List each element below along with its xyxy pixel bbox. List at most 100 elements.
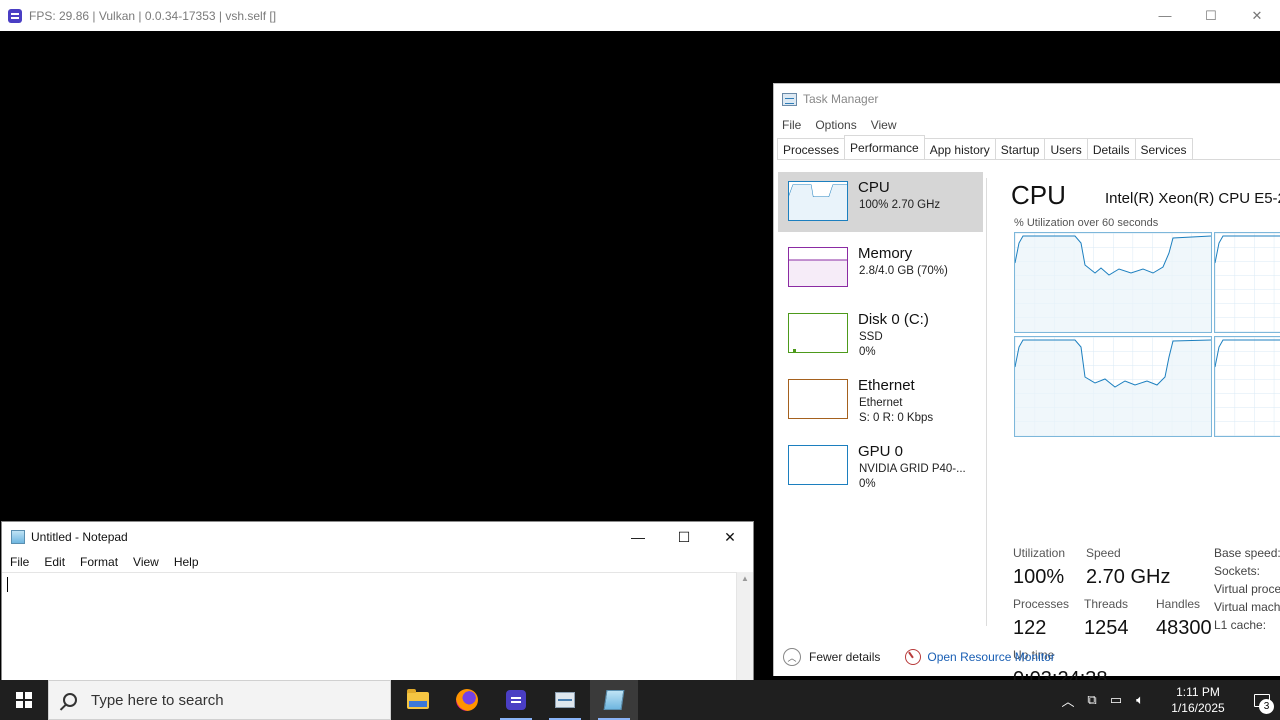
cpu-core-graph	[1014, 232, 1212, 333]
fewer-details-link[interactable]: Fewer details	[809, 650, 880, 664]
sidebar-divider	[986, 178, 987, 626]
sidebar-item-detail: SSD	[859, 331, 883, 343]
search-icon	[63, 693, 77, 707]
notification-center-button[interactable]: 3	[1244, 680, 1280, 720]
tab-processes[interactable]: Processes	[777, 138, 846, 159]
task-manager-tabs: Processes Performance App history Startu…	[777, 135, 1280, 160]
tab-performance[interactable]: Performance	[844, 135, 925, 159]
notification-badge: 3	[1259, 699, 1274, 714]
sidebar-item-disk[interactable]: Disk 0 (C:) SSD 0%	[778, 304, 983, 364]
open-resource-monitor-link[interactable]: Open Resource Monitor	[927, 650, 1054, 664]
start-button[interactable]	[0, 680, 48, 720]
tab-app-history[interactable]: App history	[923, 138, 996, 159]
utilization-label: Utilization	[1013, 546, 1066, 560]
monitor-icon[interactable]: ▭	[1104, 692, 1128, 708]
sockets-label: Sockets:	[1214, 564, 1261, 578]
firefox-icon	[456, 689, 478, 711]
maximize-button[interactable]: ☐	[661, 522, 707, 552]
tab-services[interactable]: Services	[1134, 138, 1193, 159]
notepad-icon	[11, 530, 25, 544]
chevron-up-icon[interactable]: ︿	[1056, 691, 1080, 710]
clock-time: 1:11 PM	[1176, 685, 1220, 699]
sidebar-item-detail-2: 0%	[859, 478, 876, 490]
notepad-text-area[interactable]	[2, 572, 738, 680]
minimize-button[interactable]: —	[615, 522, 661, 552]
taskbar-file-explorer[interactable]	[394, 680, 442, 720]
cpu-model-name: Intel(R) Xeon(R) CPU E5-2	[1105, 190, 1280, 207]
task-manager-icon	[782, 92, 797, 106]
sidebar-item-detail: 100% 2.70 GHz	[859, 199, 941, 211]
task-manager-window: Task Manager File Options View Processes…	[773, 83, 1280, 690]
tab-startup[interactable]: Startup	[994, 138, 1046, 159]
close-button[interactable]: ✕	[1234, 0, 1280, 31]
rpcs3-icon	[506, 690, 526, 710]
cpu-core-graph	[1214, 232, 1280, 333]
virtual-processors-label: Virtual proce	[1214, 582, 1280, 596]
sidebar-item-detail-2: 0%	[859, 346, 876, 358]
menu-format[interactable]: Format	[80, 555, 118, 569]
sidebar-item-name: CPU	[858, 179, 890, 196]
menu-view[interactable]: View	[133, 555, 159, 569]
sidebar-item-name: GPU 0	[858, 443, 904, 460]
cpu-core-graph	[1014, 336, 1212, 437]
sidebar-item-memory[interactable]: Memory 2.8/4.0 GB (70%)	[778, 238, 983, 298]
taskbar: Type here to search ︿ ⧉ ▭ 🔈︎ 1:11 PM 1/1…	[0, 680, 1280, 720]
cpu-thumbnail-graph	[788, 181, 848, 221]
threads-label: Threads	[1084, 597, 1129, 611]
handles-label: Handles	[1156, 597, 1201, 611]
base-speed-label: Base speed:	[1214, 546, 1280, 560]
tab-details[interactable]: Details	[1086, 138, 1136, 159]
menu-edit[interactable]: Edit	[44, 555, 65, 569]
sidebar-item-name: Memory	[858, 245, 913, 262]
l1-cache-label: L1 cache:	[1214, 618, 1267, 632]
clock[interactable]: 1:11 PM 1/16/2025	[1158, 684, 1238, 716]
menu-file[interactable]: File	[10, 555, 29, 569]
menu-options[interactable]: Options	[815, 118, 856, 132]
disk-thumbnail-graph	[788, 313, 848, 353]
sidebar-item-detail: 2.8/4.0 GB (70%)	[859, 265, 948, 277]
sidebar-item-detail: Ethernet	[859, 397, 903, 409]
menu-help[interactable]: Help	[174, 555, 199, 569]
tab-users[interactable]: Users	[1044, 138, 1088, 159]
task-manager-menubar: File Options View	[774, 114, 1280, 136]
task-manager-titlebar[interactable]: Task Manager	[774, 84, 1280, 114]
taskbar-firefox[interactable]	[443, 680, 491, 720]
notepad-window: Untitled - Notepad — ☐ ✕ File Edit Forma…	[1, 521, 754, 681]
menu-file[interactable]: File	[782, 118, 801, 132]
sidebar-item-name: Disk 0 (C:)	[858, 311, 929, 328]
utilization-value: 100%	[1013, 566, 1065, 588]
sidebar-item-cpu[interactable]: CPU 100% 2.70 GHz	[778, 172, 983, 232]
taskbar-task-manager[interactable]	[541, 680, 589, 720]
vertical-scrollbar[interactable]	[736, 572, 753, 680]
sidebar-item-gpu[interactable]: GPU 0 NVIDIA GRID P40-... 0%	[778, 436, 983, 496]
sidebar-item-ethernet[interactable]: Ethernet Ethernet S: 0 R: 0 Kbps	[778, 370, 983, 430]
cpu-core-graph	[1214, 336, 1280, 437]
task-manager-icon	[555, 692, 575, 708]
chevron-up-icon[interactable]: ︿	[783, 648, 801, 666]
taskbar-rpcs3[interactable]	[492, 680, 540, 720]
network-icon[interactable]: ⧉	[1080, 692, 1104, 708]
notepad-title: Untitled - Notepad	[31, 530, 128, 544]
sidebar-item-detail-2: S: 0 R: 0 Kbps	[859, 412, 934, 424]
speed-value: 2.70 GHz	[1086, 566, 1171, 588]
text-caret	[7, 577, 8, 592]
maximize-button[interactable]: ☐	[1188, 0, 1234, 31]
performance-sidebar: CPU 100% 2.70 GHz Memory 2.8/4.0 GB (70%…	[778, 172, 983, 502]
task-manager-title: Task Manager	[803, 92, 879, 106]
folder-icon	[407, 688, 429, 709]
utilization-caption: % Utilization over 60 seconds	[1014, 217, 1159, 229]
gpu-thumbnail-graph	[788, 445, 848, 485]
rpcs3-titlebar[interactable]: FPS: 29.86 | Vulkan | 0.0.34-17353 | vsh…	[0, 0, 1280, 31]
virtual-machine-label: Virtual mach	[1214, 600, 1280, 614]
notepad-icon	[603, 690, 625, 710]
volume-icon[interactable]: 🔈︎	[1128, 692, 1152, 708]
task-manager-footer: ︿ Fewer details Open Resource Monitor	[774, 637, 1280, 677]
close-button[interactable]: ✕	[707, 522, 753, 552]
clock-date: 1/16/2025	[1171, 701, 1225, 715]
taskbar-notepad[interactable]	[590, 680, 638, 720]
resource-monitor-icon[interactable]	[905, 649, 922, 665]
rpcs3-app-icon	[8, 8, 22, 23]
taskbar-search-box[interactable]: Type here to search	[48, 680, 391, 720]
minimize-button[interactable]: —	[1142, 0, 1188, 31]
menu-view[interactable]: View	[871, 118, 897, 132]
